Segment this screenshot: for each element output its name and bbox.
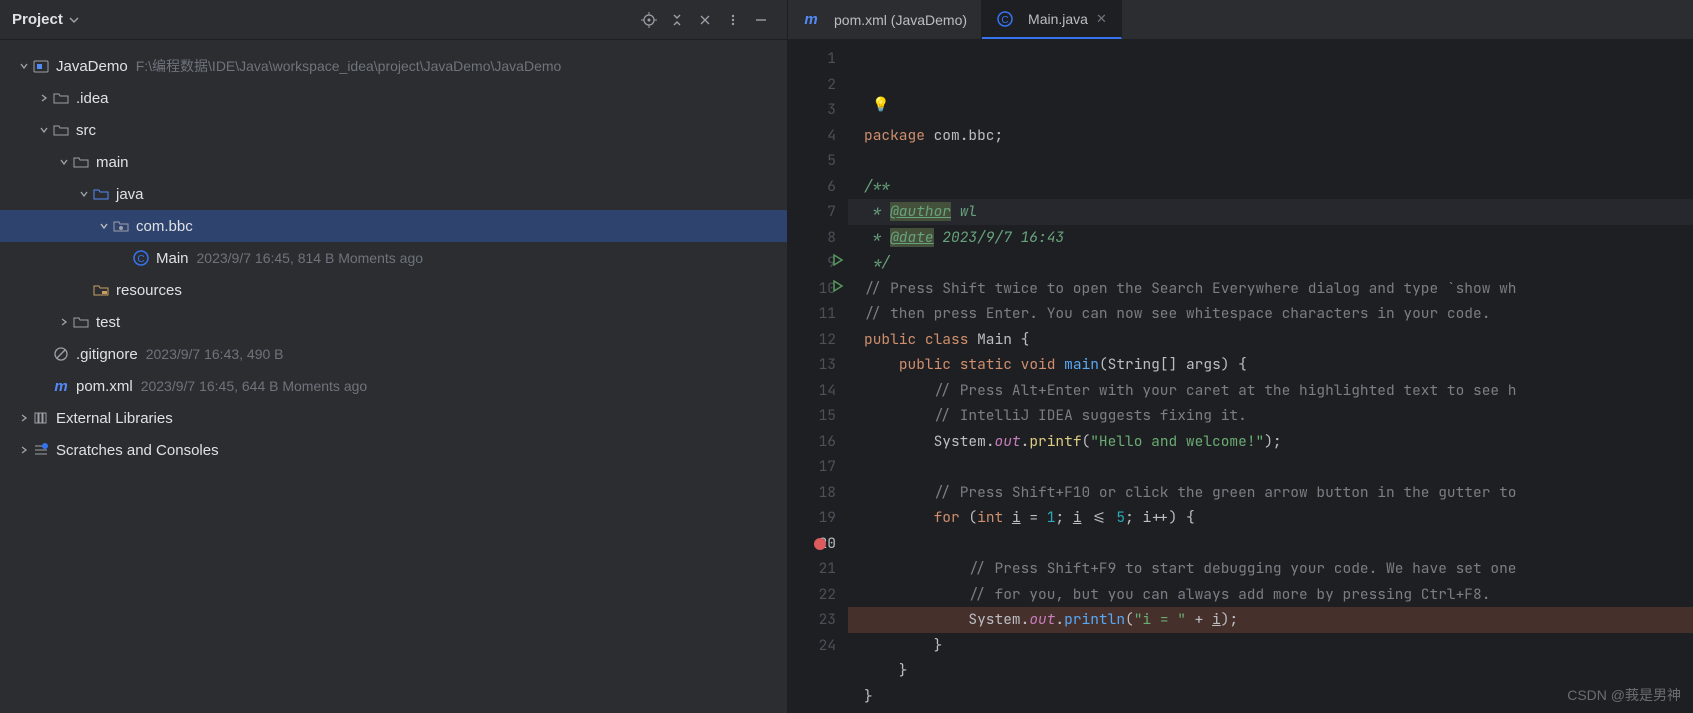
editor-panel: m pom.xml (JavaDemo) C Main.java ✕ 12345…: [788, 0, 1693, 713]
class-icon: C: [996, 10, 1014, 28]
tree-label: java: [116, 186, 144, 203]
tree-node-external[interactable]: External Libraries: [0, 402, 787, 434]
close-icon[interactable]: ✕: [1096, 11, 1107, 27]
chevron-right-icon[interactable]: [56, 317, 72, 327]
tree-node-java[interactable]: java: [0, 178, 787, 210]
tab-label: Main.java: [1028, 11, 1088, 27]
project-header: Project: [0, 0, 787, 40]
tree-node-scratches[interactable]: Scratches and Consoles: [0, 434, 787, 466]
gitignore-icon: [52, 345, 70, 363]
project-tree[interactable]: JavaDemo F:\编程数据\IDE\Java\workspace_idea…: [0, 40, 787, 713]
chevron-down-icon[interactable]: [56, 157, 72, 167]
maven-icon: m: [802, 11, 820, 29]
module-icon: [32, 57, 50, 75]
chevron-down-icon[interactable]: [16, 61, 32, 71]
tree-label: src: [76, 122, 96, 139]
editor-tabs: m pom.xml (JavaDemo) C Main.java ✕: [788, 0, 1693, 40]
chevron-right-icon[interactable]: [16, 413, 32, 423]
code-editor[interactable]: 123456789101112131415161718192021222324 …: [788, 40, 1693, 713]
tree-node-resources[interactable]: resources: [0, 274, 787, 306]
tree-node-idea[interactable]: .idea: [0, 82, 787, 114]
tree-meta: F:\编程数据\IDE\Java\workspace_idea\project\…: [136, 56, 562, 76]
tree-label: main: [96, 154, 129, 171]
expand-icon[interactable]: [665, 8, 689, 32]
class-icon: C: [132, 249, 150, 267]
folder-icon: [52, 89, 70, 107]
tree-node-pom[interactable]: m pom.xml 2023/9/7 16:45, 644 B Moments …: [0, 370, 787, 402]
code-content[interactable]: 💡 package com.bbc;/** * @author wl * @da…: [848, 40, 1693, 713]
svg-text:C: C: [137, 254, 144, 265]
chevron-right-icon[interactable]: [16, 445, 32, 455]
tree-node-main[interactable]: main: [0, 146, 787, 178]
resource-folder-icon: [92, 281, 110, 299]
tree-label: Scratches and Consoles: [56, 442, 219, 459]
target-icon[interactable]: [637, 8, 661, 32]
project-panel: Project JavaDemo F:\编程数据\IDE\Java\worksp…: [0, 0, 788, 713]
tree-label: JavaDemo: [56, 58, 128, 75]
chevron-down-icon[interactable]: [76, 189, 92, 199]
tree-label: resources: [116, 282, 182, 299]
tab-label: pom.xml (JavaDemo): [834, 12, 967, 28]
tab-pom[interactable]: m pom.xml (JavaDemo): [788, 0, 982, 39]
project-title[interactable]: Project: [12, 11, 63, 28]
chevron-down-icon[interactable]: [69, 15, 79, 25]
maven-icon: m: [52, 377, 70, 395]
tree-label: .idea: [76, 90, 109, 107]
minimize-icon[interactable]: [749, 8, 773, 32]
tree-node-gitignore[interactable]: .gitignore 2023/9/7 16:43, 490 B: [0, 338, 787, 370]
tree-node-package[interactable]: com.bbc: [0, 210, 787, 242]
library-icon: [32, 409, 50, 427]
folder-icon: [72, 313, 90, 331]
tree-label: com.bbc: [136, 218, 193, 235]
bulb-icon[interactable]: 💡: [872, 93, 889, 119]
tree-node-root[interactable]: JavaDemo F:\编程数据\IDE\Java\workspace_idea…: [0, 50, 787, 82]
svg-text:C: C: [1001, 15, 1008, 26]
collapse-icon[interactable]: [693, 8, 717, 32]
run-icon[interactable]: [832, 280, 844, 292]
breakpoint-icon[interactable]: [814, 538, 826, 550]
tree-label: External Libraries: [56, 410, 173, 427]
chevron-down-icon[interactable]: [36, 125, 52, 135]
tree-node-src[interactable]: src: [0, 114, 787, 146]
tree-label: .gitignore: [76, 346, 138, 363]
tree-node-main-class[interactable]: C Main 2023/9/7 16:45, 814 B Moments ago: [0, 242, 787, 274]
tree-node-test[interactable]: test: [0, 306, 787, 338]
chevron-down-icon[interactable]: [96, 221, 112, 231]
run-icon[interactable]: [832, 254, 844, 266]
tree-meta: 2023/9/7 16:45, 644 B Moments ago: [141, 378, 368, 394]
package-icon: [112, 217, 130, 235]
tree-meta: 2023/9/7 16:45, 814 B Moments ago: [197, 250, 424, 266]
tree-label: Main: [156, 250, 189, 267]
tab-main[interactable]: C Main.java ✕: [982, 0, 1122, 39]
folder-icon: [72, 153, 90, 171]
gutter[interactable]: 123456789101112131415161718192021222324: [788, 40, 848, 713]
tree-label: test: [96, 314, 120, 331]
chevron-right-icon[interactable]: [36, 93, 52, 103]
tree-meta: 2023/9/7 16:43, 490 B: [146, 346, 284, 362]
scratches-icon: [32, 441, 50, 459]
watermark: CSDN @莪是男神: [1567, 685, 1681, 705]
folder-icon: [52, 121, 70, 139]
more-icon[interactable]: [721, 8, 745, 32]
tree-label: pom.xml: [76, 378, 133, 395]
folder-source-icon: [92, 185, 110, 203]
